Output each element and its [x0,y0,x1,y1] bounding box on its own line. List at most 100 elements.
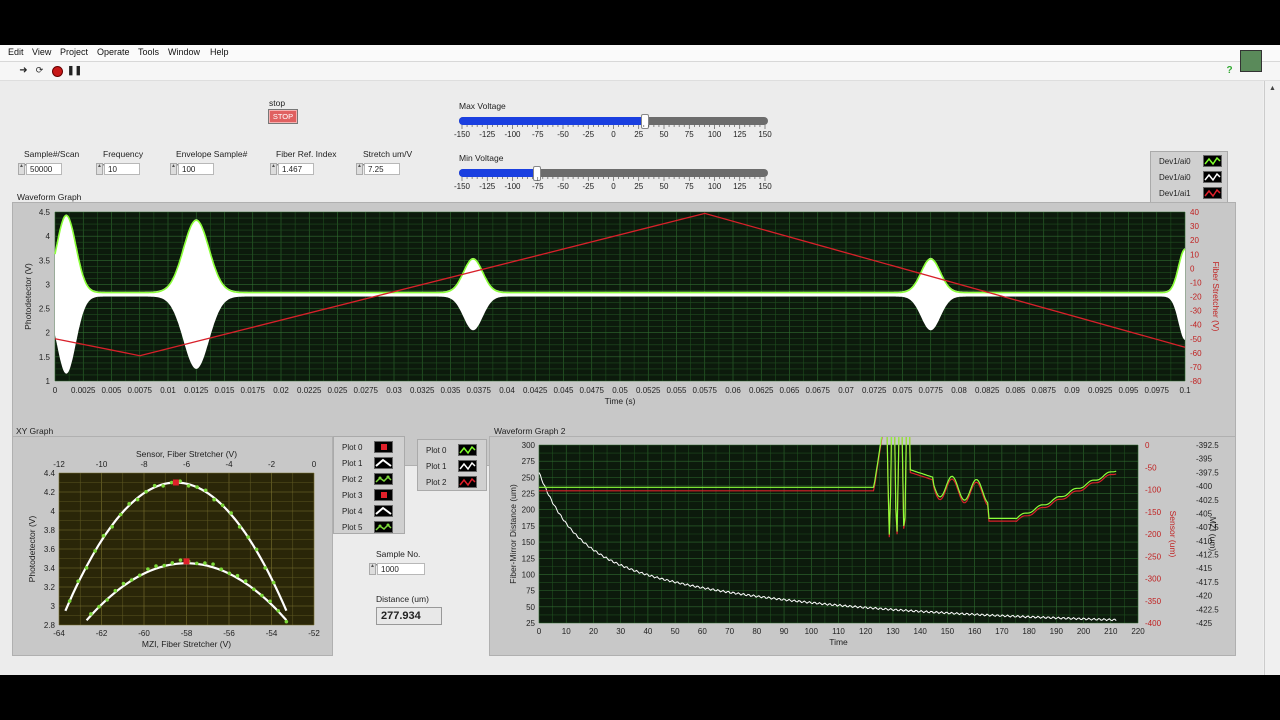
run-arrow-icon[interactable]: ➜ [18,65,29,76]
menu-tools[interactable]: Tools [138,47,159,57]
xy-green-point [235,573,240,578]
xy-legend-row-2[interactable]: Plot 2 [334,472,404,487]
frequency-spinner[interactable]: ▲▼ [96,163,107,175]
waveform-x-tick: 0.055 [666,386,687,395]
waveform-x-tick: 0.0625 [749,386,774,395]
legend-row-0[interactable]: Dev1/ai0 [1151,154,1227,169]
waveform-y2-tick: 0 [1190,264,1195,273]
run-continuously-icon[interactable]: ⟳ [34,65,45,76]
context-help-icon[interactable]: ? [1224,65,1235,76]
fiber-ref-index-spinner[interactable]: ▲▼ [270,163,281,175]
stretch-label: Stretch um/V [363,149,413,159]
sample-no-spinner[interactable]: ▲▼ [369,563,380,575]
waveform-x-label: Time (s) [605,396,636,406]
wf2-y3-tick: -395 [1196,455,1213,464]
sample-scan-input[interactable]: 50000 [26,163,62,175]
xy-y-tick: 3.6 [44,545,56,554]
xy-x-tick: -56 [223,629,235,638]
min-voltage-tick-label: -125 [479,182,496,191]
wf2-legend-swatch [458,476,477,488]
waveform-x-tick: 0.04 [499,386,515,395]
stretch-spinner[interactable]: ▲▼ [356,163,367,175]
wf2-legend-row-2[interactable]: Plot 2 [418,475,486,490]
xy-legend-swatch [374,473,393,485]
wf2-y2-tick: 0 [1145,441,1150,450]
stop-button[interactable]: STOP [268,109,298,124]
xy-legend-swatch [374,441,393,453]
xy-red-marker [183,558,190,565]
xy-top-tick: -10 [96,460,108,469]
xy-x-tick: -62 [96,629,108,638]
frequency-input[interactable]: 10 [104,163,140,175]
xy-legend-row-0[interactable]: Plot 0 [334,440,404,455]
wf2-x-tick: 60 [698,627,707,636]
waveform-graph[interactable]: 0 0.0025 0.005 0.0075 0.01 0.0125 0.015 0.0175 0… [13,203,1235,465]
waveform-y-tick: 1.5 [39,353,51,362]
xy-x-tick: -64 [53,629,65,638]
menu-operate[interactable]: Operate [97,47,130,57]
xy-legend-row-5[interactable]: Plot 5 [334,520,404,535]
wf2-y3-tick: -412.5 [1196,551,1219,560]
abort-icon[interactable] [52,66,63,77]
menu-help[interactable]: Help [210,47,229,57]
min-voltage-tick-label: -150 [454,182,471,191]
xy-top-label: Sensor, Fiber Stretcher (V) [136,449,237,459]
wf2-y3-label: MZI (um) [1208,517,1218,552]
xy-y-label: Photodetector (V) [27,516,37,583]
xy-x-label: MZI, Fiber Stretcher (V) [142,639,231,649]
xy-graph[interactable]: -64 -62 -60 -58 -56 -54 -52 -12 -10 -8 -6 -4 -2 0 4.4 4… [13,437,332,655]
xy-legend-swatch [374,489,393,501]
vertical-scrollbar[interactable]: ▲ [1264,81,1280,675]
waveform-x-tick: 0.025 [327,386,348,395]
menu-view[interactable]: View [32,47,51,57]
wf2-legend-row-0[interactable]: Plot 0 [418,443,486,458]
stretch-input[interactable]: 7.25 [364,163,400,175]
waveform-x-tick: 0.0925 [1088,386,1113,395]
wf2-y3-tick: -392.5 [1196,441,1219,450]
xy-y-tick: 3.4 [44,564,56,573]
legend-row-1[interactable]: Dev1/ai0 [1151,170,1227,185]
menu-window[interactable]: Window [168,47,200,57]
xy-legend-row-4[interactable]: Plot 4 [334,504,404,519]
fiber-ref-index-input[interactable]: 1.467 [278,163,314,175]
pause-icon[interactable]: ❚❚ [67,65,82,76]
min-voltage-slider[interactable] [459,166,768,181]
waveform-x-tick: 0.03 [386,386,402,395]
envelope-sample-input[interactable]: 100 [178,163,214,175]
scroll-up-icon[interactable]: ▲ [1269,85,1276,92]
waveform-graph-2[interactable]: 0 10 20 30 40 50 60 70 80 90 100 110 120 130 140 150 160… [490,366,1235,655]
xy-graph-frame: -64 -62 -60 -58 -56 -54 -52 -12 -10 -8 -6 -4 -2 0 4.4 4… [12,436,333,656]
wf2-legend-row-1[interactable]: Plot 1 [418,459,486,474]
xy-legend-row-3[interactable]: Plot 3 [334,488,404,503]
envelope-sample-spinner[interactable]: ▲▼ [170,163,181,175]
wf2-y-tick: 100 [522,570,536,579]
waveform-y-label: Photodetector (V) [23,263,33,330]
xy-green-point [135,497,140,502]
xy-y-tick: 3.8 [44,526,56,535]
legend-name-1: Dev1/ai0 [1159,173,1191,182]
max-voltage-slider[interactable] [459,114,768,129]
waveform-x-tick: 0.0525 [636,386,661,395]
waveform-x-tick: 0.0475 [580,386,605,395]
xy-green-point [84,566,89,570]
wf2-y-tick: 125 [522,554,536,563]
frequency-label: Frequency [103,149,144,159]
wf2-x-tick: 0 [537,627,542,636]
max-voltage-tick-label: 50 [660,130,669,139]
waveform-x-tick: 0.08 [951,386,967,395]
xy-green-point [284,619,289,624]
menu-project[interactable]: Project [60,47,88,57]
legend-row-2[interactable]: Dev1/ai1 [1151,186,1227,201]
sample-no-input[interactable]: 1000 [377,563,425,575]
wf2-y3-tick: -402.5 [1196,496,1219,505]
waveform-y2-tick: -40 [1190,321,1202,330]
menu-edit[interactable]: Edit [8,47,24,57]
waveform-x-tick: 0.0025 [71,386,96,395]
xy-green-point [97,604,101,609]
waveform-x-tick: 0.095 [1118,386,1139,395]
wf2-x-tick: 100 [805,627,819,636]
waveform-x-tick: 0.0125 [184,386,209,395]
xy-legend-row-1[interactable]: Plot 1 [334,456,404,471]
waveform-x-tick: 0.0675 [806,386,831,395]
sample-scan-spinner[interactable]: ▲▼ [18,163,29,175]
